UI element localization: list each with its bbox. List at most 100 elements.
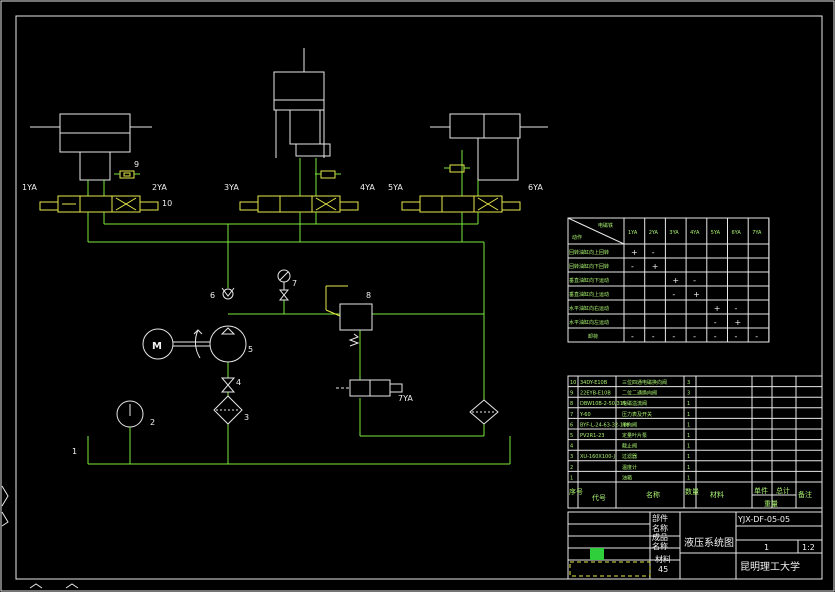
oil-tank-1 bbox=[87, 436, 511, 465]
action-table-cell: - bbox=[631, 332, 634, 341]
solenoid-valve-7ya bbox=[336, 379, 403, 397]
parts-list-name: 三位四通电磁换向阀 bbox=[622, 379, 667, 386]
label-n2: 2 bbox=[150, 418, 155, 427]
parts-list-qty: 1 bbox=[687, 412, 690, 418]
parts-list-name: 截止阀 bbox=[622, 443, 637, 450]
outer-border bbox=[0, 0, 835, 592]
rotary-cylinder bbox=[30, 113, 152, 196]
action-table-col-header: 3YA bbox=[669, 230, 679, 236]
pump-5 bbox=[193, 325, 247, 363]
inner-border bbox=[15, 15, 823, 580]
label-n10: 10 bbox=[162, 199, 172, 208]
parts-list-name: 电磁溢流阀 bbox=[622, 400, 647, 407]
label-3ya: 3YA bbox=[224, 183, 239, 192]
action-table-cell: + bbox=[693, 290, 700, 299]
parts-list-qty: 3 bbox=[687, 391, 690, 397]
parts-list-qty: 1 bbox=[687, 475, 690, 481]
hydraulic-schematic: 1YA 2YA 3YA 4YA 5YA 6YA 7YA 1 2 3 4 5 6 … bbox=[0, 0, 835, 592]
parts-header-remark: 备注 bbox=[798, 490, 812, 499]
title-block-color-swatch bbox=[590, 548, 604, 560]
action-table-row-label: 水平油缸向左运动 bbox=[569, 319, 609, 326]
action-table-header-bottom: 动作 bbox=[572, 234, 582, 241]
action-table-cell: - bbox=[755, 332, 758, 341]
action-table-col-header: 7YA bbox=[752, 230, 762, 236]
action-table-col-header: 5YA bbox=[711, 230, 721, 236]
parts-list-no: 9 bbox=[570, 391, 573, 397]
parts-list-code: PV2R1-23 bbox=[580, 433, 604, 439]
label-n1: 1 bbox=[72, 447, 77, 456]
parts-list-name: 二位二通换向阀 bbox=[622, 390, 657, 397]
action-table-cell: + bbox=[652, 262, 659, 271]
motor-letter: M bbox=[152, 341, 162, 352]
label-4ya: 4YA bbox=[360, 183, 375, 192]
action-table-cell: - bbox=[735, 332, 738, 341]
parts-list-qty: 1 bbox=[687, 433, 690, 439]
label-n9: 9 bbox=[134, 160, 139, 169]
action-table-col-header: 6YA bbox=[732, 230, 742, 236]
action-table-cell: + bbox=[672, 276, 679, 285]
parts-list-code: DBW10B-2-50/315 bbox=[580, 401, 626, 407]
parts-list-no: 6 bbox=[570, 422, 573, 428]
parts-list-no: 8 bbox=[570, 401, 573, 407]
action-table-row-label: 垂直油缸向上运动 bbox=[569, 291, 609, 298]
parts-list: 10 34DY-E10B 三位四通电磁换向阀 3 9 22EYB-E10B 二位二通换向阀 3… bbox=[567, 375, 823, 509]
stop-valve-4 bbox=[220, 377, 236, 393]
parts-list-qty: 1 bbox=[687, 444, 690, 450]
label-n5: 5 bbox=[248, 345, 253, 354]
action-table-cell: - bbox=[693, 332, 696, 341]
parts-list-no: 1 bbox=[570, 475, 573, 481]
valve-group-1 bbox=[39, 195, 159, 213]
parts-header-total-weight: 总计 bbox=[776, 486, 790, 495]
callout-labels: 1YA 2YA 3YA 4YA 5YA 6YA 7YA 1 2 3 4 5 6 … bbox=[22, 160, 543, 456]
drawing-number: YJX-DF-05-05 bbox=[737, 515, 790, 524]
action-table-cell: - bbox=[672, 290, 675, 299]
parts-list-code: Y-60 bbox=[579, 412, 591, 418]
action-table-cell: - bbox=[735, 304, 738, 313]
action-table-cell: - bbox=[714, 332, 717, 341]
action-table-cell: - bbox=[714, 318, 717, 327]
tb-label-4: 材料 bbox=[655, 554, 671, 564]
parts-list-no: 7 bbox=[570, 412, 573, 418]
action-table: 电磁铁动作 1YA 2YA 3YA 4YA 5YA 6YA 7YA 回转油缸向上回转 + - 回转油缸… bbox=[567, 217, 770, 343]
parts-list-code: XU-160X100-J bbox=[580, 454, 615, 460]
return-filter bbox=[469, 399, 499, 425]
action-table-row-label: 回转油缸向下回转 bbox=[569, 263, 609, 270]
title-qty: 1 bbox=[764, 543, 769, 552]
action-table-cell: - bbox=[652, 248, 655, 257]
parts-header-weight: 重量 bbox=[764, 500, 778, 508]
label-n6: 6 bbox=[210, 291, 215, 300]
tb-label-2: 成品 bbox=[652, 532, 668, 542]
thermometer-2 bbox=[116, 400, 144, 464]
tb-label-0: 部件 bbox=[652, 513, 668, 523]
parts-list-name: 温度计 bbox=[622, 464, 637, 471]
two-way-valves bbox=[114, 164, 470, 179]
label-n4: 4 bbox=[236, 378, 241, 387]
valve-group-3 bbox=[401, 195, 521, 213]
label-n7: 7 bbox=[292, 279, 297, 288]
label-n8: 8 bbox=[366, 291, 371, 300]
parts-list-name: 单向阀 bbox=[622, 421, 637, 428]
label-5ya: 5YA bbox=[388, 183, 403, 192]
parts-list-code: 34DY-E10B bbox=[580, 380, 608, 386]
check-valve-6 bbox=[221, 287, 235, 300]
parts-list-name: 压力表及开关 bbox=[622, 411, 652, 418]
school-name: 昆明理工大学 bbox=[740, 560, 800, 573]
label-7ya: 7YA bbox=[398, 394, 413, 403]
action-table-cell: - bbox=[631, 262, 634, 271]
parts-header-unit-weight: 单件 bbox=[754, 486, 768, 495]
action-table-cell: + bbox=[735, 318, 742, 327]
parts-list-qty: 3 bbox=[687, 380, 690, 386]
action-table-cell: - bbox=[693, 276, 696, 285]
parts-list-no: 2 bbox=[570, 465, 573, 471]
label-2ya: 2YA bbox=[152, 183, 167, 192]
parts-list-no: 3 bbox=[570, 454, 573, 460]
label-6ya: 6YA bbox=[528, 183, 543, 192]
action-table-header-top: 电磁铁 bbox=[598, 222, 613, 229]
cad-drawing-canvas: 1YA 2YA 3YA 4YA 5YA 6YA 7YA 1 2 3 4 5 6 … bbox=[0, 0, 835, 592]
action-table-col-header: 2YA bbox=[649, 230, 659, 236]
pressure-gauge-7 bbox=[277, 269, 291, 301]
filter-3 bbox=[213, 395, 243, 425]
tb-label-5: 45 bbox=[658, 565, 668, 574]
action-table-cell: + bbox=[631, 248, 638, 257]
tb-label-3: 名称 bbox=[652, 541, 668, 551]
